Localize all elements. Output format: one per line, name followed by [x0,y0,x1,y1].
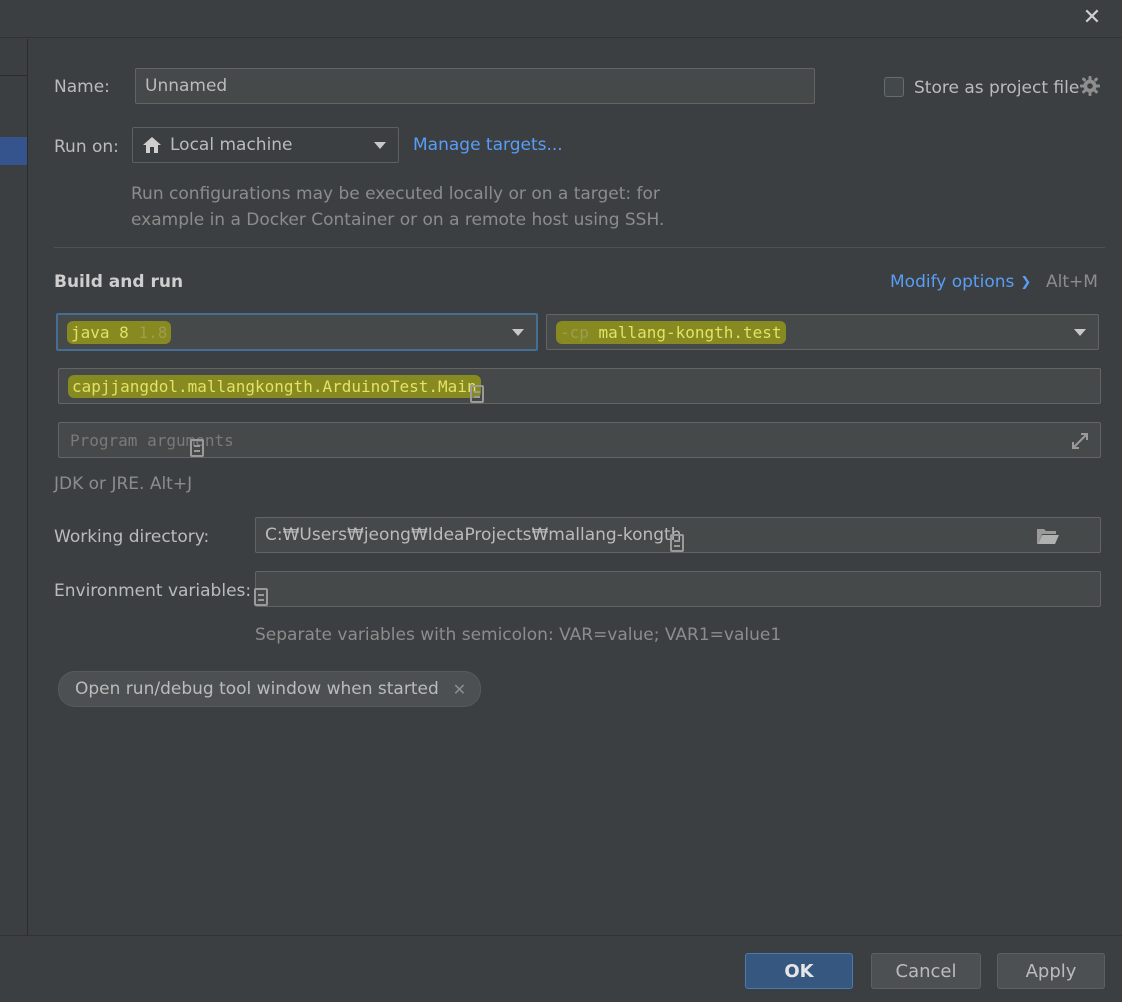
main-class-input[interactable]: capjjangdol.mallangkongth.ArduinoTest.Ma… [58,368,1101,404]
folder-icon[interactable] [1036,526,1060,546]
chevron-down-icon [374,142,386,149]
working-directory-value: C:₩Users₩jeong₩IdeaProjects₩mallang-kong… [265,525,682,545]
build-and-run-title: Build and run [54,272,184,292]
classpath-flag: -cp [560,322,589,342]
jdk-highlight: java 8 1.8 [67,320,172,344]
apply-button[interactable]: Apply [997,953,1105,989]
classpath-highlight: -cp mallang-kongth.test [556,320,786,344]
remove-option-icon[interactable]: ✕ [453,680,466,699]
store-as-project-file-checkbox[interactable] [884,77,904,97]
chevron-down-icon [512,329,524,336]
working-directory-input[interactable]: C:₩Users₩jeong₩IdeaProjects₩mallang-kong… [255,517,1101,553]
insert-macro-icon[interactable] [189,439,204,457]
environment-variables-label: Environment variables: [54,581,252,601]
chevron-down-icon [1074,329,1086,336]
modify-options-button[interactable]: Modify options ❯ [890,272,1031,292]
browse-classes-icon[interactable] [469,385,484,403]
configuration-tree-panel [0,39,28,935]
gear-icon[interactable] [1079,75,1101,97]
main-class-value: capjjangdol.mallangkongth.ArduinoTest.Ma… [72,376,477,396]
program-arguments-placeholder: Program arguments [70,430,234,450]
name-input[interactable]: Unnamed [135,68,815,104]
insert-macro-icon[interactable] [670,534,685,552]
run-on-value: Local machine [170,135,293,155]
jdk-version: 1.8 [138,322,168,342]
footer-separator [0,935,1122,936]
home-icon [142,136,162,154]
name-input-value: Unnamed [145,76,228,96]
program-arguments-input[interactable]: Program arguments [58,422,1101,458]
jdk-dropdown[interactable]: java 8 1.8 [56,313,538,351]
open-tool-window-option-chip[interactable]: Open run/debug tool window when started … [58,671,482,707]
manage-targets-link[interactable]: Manage targets... [413,135,563,155]
expand-icon[interactable] [1070,431,1090,451]
modify-options-label: Modify options [890,272,1015,292]
environment-variables-input[interactable] [254,571,1101,607]
section-separator [54,247,1105,248]
classpath-module: mallang-kongth.test [598,322,782,342]
close-icon[interactable]: ✕ [1080,6,1104,30]
environment-variables-hint: Separate variables with semicolon: VAR=v… [255,625,782,645]
dialog-title-bar [0,0,1122,38]
ok-button[interactable]: OK [745,953,853,989]
chevron-down-icon: ❯ [1020,274,1032,290]
run-on-hint-line1: Run configurations may be executed local… [131,184,660,204]
run-on-hint-line2: example in a Docker Container or on a re… [131,210,665,230]
run-on-label: Run on: [54,137,119,157]
main-class-highlight: capjjangdol.mallangkongth.ArduinoTest.Ma… [68,374,481,398]
open-tool-window-option-label: Open run/debug tool window when started [75,679,439,699]
store-as-project-file-label[interactable]: Store as project file [914,78,1079,98]
tree-selected-item[interactable] [0,137,27,165]
name-label: Name: [54,77,110,97]
run-on-dropdown[interactable]: Local machine [132,127,399,163]
edit-environment-icon[interactable] [254,588,268,606]
modify-options-shortcut: Alt+M [1046,272,1098,292]
jdk-hint: JDK or JRE. Alt+J [54,474,193,494]
cancel-button[interactable]: Cancel [871,953,981,989]
tree-divider [0,75,27,76]
classpath-dropdown[interactable]: -cp mallang-kongth.test [546,314,1099,350]
working-directory-label: Working directory: [54,527,210,547]
jdk-name: java 8 [71,322,129,342]
